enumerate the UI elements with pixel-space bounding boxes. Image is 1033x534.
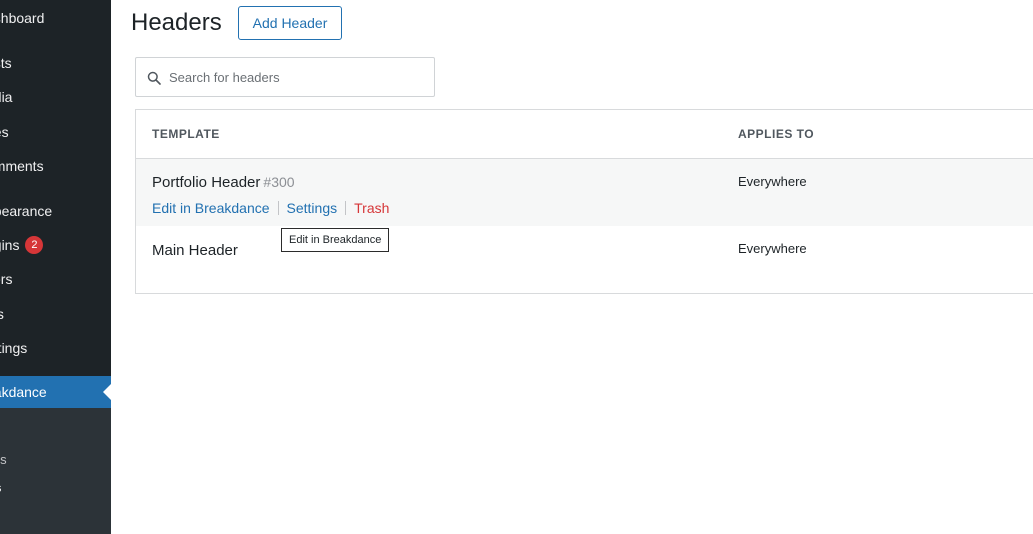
applies-to-value: Everywhere: [738, 241, 807, 256]
submenu-item-headers[interactable]: ers: [0, 480, 2, 495]
row-actions: Edit in Breakdance Settings Trash: [152, 200, 389, 216]
table-row: Portfolio Header #300 Everywhere Edit in …: [136, 159, 1033, 226]
sidebar-item-users[interactable]: sers: [0, 264, 12, 294]
template-name[interactable]: Main Header: [152, 242, 238, 259]
sidebar-item-media[interactable]: edia: [0, 82, 12, 112]
search-icon: [147, 71, 161, 85]
settings-link[interactable]: Settings: [287, 200, 338, 216]
add-header-button[interactable]: Add Header: [238, 6, 342, 40]
update-count-badge: 2: [25, 236, 44, 255]
sidebar-item-pages[interactable]: ges: [0, 117, 9, 147]
table-row: Main Header Everywhere: [136, 226, 1033, 293]
sidebar-item-comments[interactable]: omments: [0, 151, 44, 181]
sidebar-item-dashboard[interactable]: ashboard: [0, 3, 44, 33]
sidebar-item-posts[interactable]: osts: [0, 48, 12, 78]
sidebar-item-appearance[interactable]: ppearance: [0, 196, 52, 226]
template-title: Portfolio Header: [152, 174, 261, 191]
applies-to-value: Everywhere: [738, 174, 807, 189]
sidebar-item-label: ugins: [0, 237, 20, 253]
sidebar-item-breakdance[interactable]: eakdance: [0, 376, 111, 408]
search-placeholder: Search for headers: [169, 70, 280, 85]
edit-in-breakdance-link[interactable]: Edit in Breakdance: [152, 200, 270, 216]
template-id: #300: [263, 174, 295, 190]
sidebar-item-plugins[interactable]: ugins 2: [0, 230, 44, 260]
headers-table: TEMPLATE APPLIES TO Portfolio Header #300…: [135, 109, 1033, 294]
column-header-template[interactable]: TEMPLATE: [152, 110, 220, 158]
column-header-applies-to[interactable]: APPLIES TO: [738, 110, 814, 158]
action-separator: [345, 201, 347, 216]
sidebar-item-tools[interactable]: ols: [0, 299, 4, 329]
page-title: Headers: [131, 9, 222, 36]
tooltip: Edit in Breakdance: [281, 228, 390, 252]
sidebar-item-label: eakdance: [0, 384, 47, 400]
search-input[interactable]: Search for headers: [135, 57, 435, 97]
active-arrow-icon: [103, 384, 111, 400]
admin-sidebar: ashboard osts edia ges omments ppearance…: [0, 0, 111, 534]
sidebar-item-settings[interactable]: ettings: [0, 333, 27, 363]
action-separator: [277, 201, 279, 216]
trash-link[interactable]: Trash: [354, 200, 389, 216]
sidebar-submenu: ates ers s: [0, 408, 111, 534]
submenu-item-templates[interactable]: ates: [0, 452, 7, 467]
template-name[interactable]: Portfolio Header #300: [152, 174, 295, 191]
table-header: TEMPLATE APPLIES TO: [136, 110, 1033, 159]
